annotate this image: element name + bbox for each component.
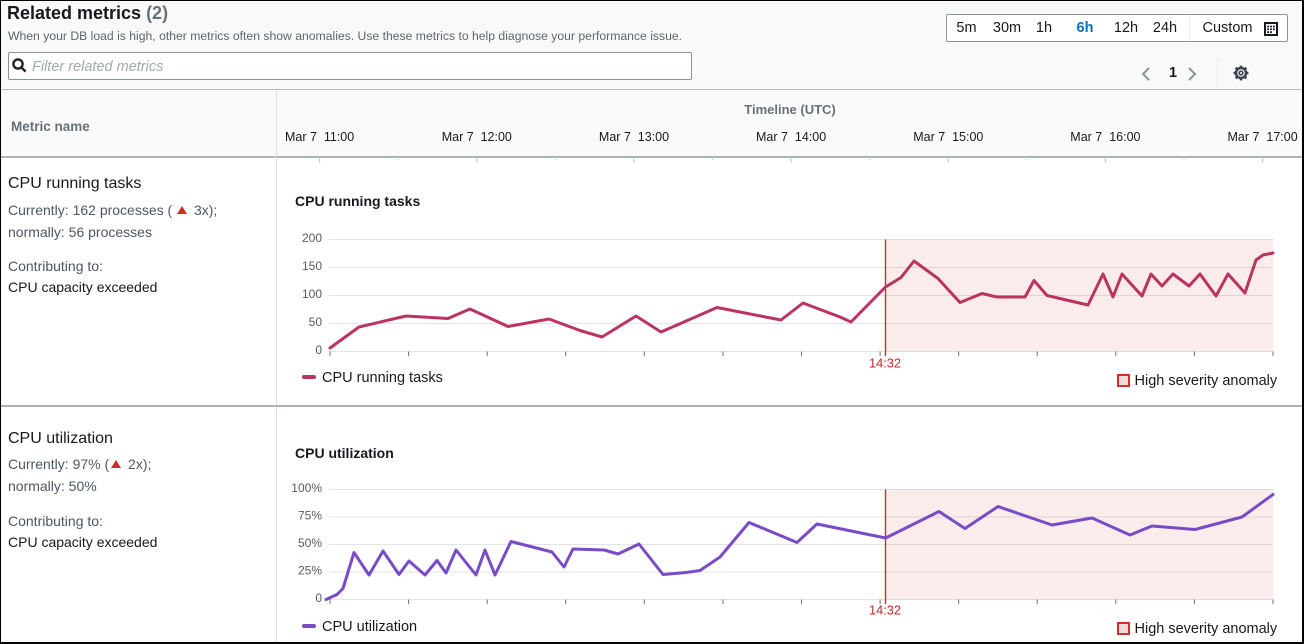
svg-text:100%: 100% [291,481,322,495]
svg-text:150: 150 [302,259,322,273]
svg-text:200: 200 [302,231,322,245]
svg-text:14:32: 14:32 [869,603,901,618]
svg-text:50: 50 [309,315,323,329]
svg-text:0: 0 [315,591,322,605]
svg-text:100: 100 [302,287,322,301]
svg-text:25%: 25% [298,563,322,577]
svg-text:75%: 75% [298,508,322,522]
svg-text:14:32: 14:32 [869,356,901,371]
svg-text:50%: 50% [298,536,322,550]
svg-text:0: 0 [315,343,322,357]
